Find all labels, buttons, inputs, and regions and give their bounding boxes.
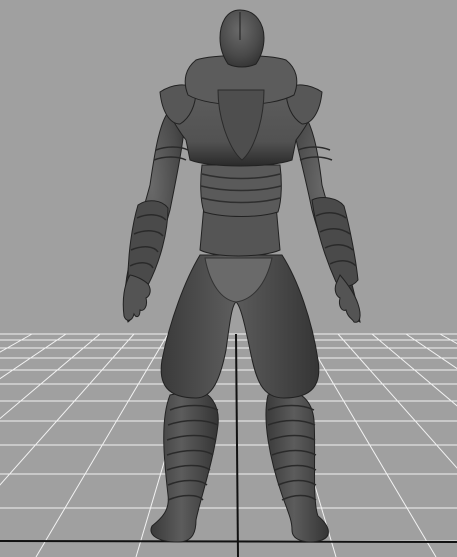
right-bracer <box>311 197 359 287</box>
left-bracer <box>127 200 169 287</box>
head <box>219 9 265 68</box>
character-model[interactable] <box>122 9 361 543</box>
3d-viewport[interactable] <box>0 0 457 557</box>
left-hand <box>122 274 151 321</box>
z-axis-line <box>235 333 239 557</box>
x-axis-line <box>0 540 457 543</box>
viewport-scene[interactable] <box>0 0 457 557</box>
ground-grid <box>0 333 457 557</box>
